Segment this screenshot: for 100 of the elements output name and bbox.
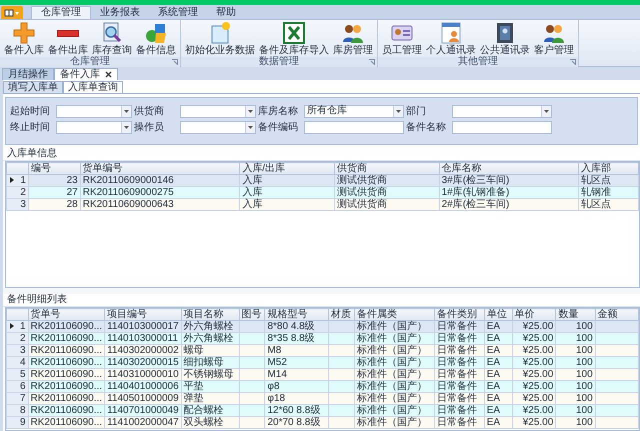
- table-cell: 标准件（国产）: [354, 332, 434, 344]
- table-cell: 轧区点: [578, 198, 638, 210]
- ribbon-tab[interactable]: 仓库管理: [31, 6, 91, 19]
- column-header[interactable]: 材质: [328, 308, 355, 320]
- column-header[interactable]: 入库/出库: [240, 162, 334, 174]
- column-header[interactable]: 入库部: [578, 162, 638, 174]
- dropdown-arrow-icon[interactable]: [248, 110, 253, 112]
- row-number: 3: [6, 344, 28, 356]
- sub-tab[interactable]: 填写入库单: [3, 81, 63, 93]
- table-row[interactable]: 2 RK201106090... 1140103000011 外六角螺栓 8*35 8.8级 标准件（国产） 日常备件 EA ¥25.00 100: [6, 332, 638, 344]
- table-cell: 标准件（国产）: [354, 404, 434, 416]
- table-cell: RK201106090...: [28, 416, 105, 428]
- input-field[interactable]: [452, 120, 552, 134]
- dropdown-field[interactable]: [56, 104, 132, 118]
- dropdown-arrow-icon[interactable]: [544, 110, 549, 112]
- dropdown-field[interactable]: [180, 104, 256, 118]
- table-cell: 1140501000009: [104, 392, 182, 404]
- table-row[interactable]: 8 RK201106090... 1140701000049 配合螺栓 12*60 8.8级 标准件（国产） 日常备件 EA ¥25.00 100: [6, 404, 638, 416]
- plus-icon: [12, 21, 36, 45]
- row-number: 2: [6, 186, 28, 198]
- table-row[interactable]: 6 RK201106090... 1140401000006 平垫 φ8 标准件（国产） 日常备件 EA ¥25.00 100: [6, 380, 638, 392]
- table-row[interactable]: 7 RK201106090... 1140501000009 弹垫 φ18 标准件（国产） 日常备件 EA ¥25.00 100: [6, 392, 638, 404]
- dropdown-field[interactable]: [180, 120, 256, 134]
- table-cell: 标准件（国产）: [354, 392, 434, 404]
- table-cell: 1141002000047: [104, 416, 182, 428]
- column-header[interactable]: 仓库名称: [439, 162, 579, 174]
- ribbon-button[interactable]: 公共通讯录: [478, 21, 532, 57]
- dropdown-arrow-icon[interactable]: [248, 126, 253, 128]
- table-cell: 12*60 8.8级: [264, 404, 329, 416]
- column-header[interactable]: 图号: [239, 308, 265, 320]
- ribbon-button[interactable]: 个人通讯录: [424, 21, 478, 57]
- column-header[interactable]: 供货商: [334, 162, 440, 174]
- dialog-launcher-icon[interactable]: [172, 59, 178, 65]
- column-header[interactable]: 单价: [512, 308, 556, 320]
- input-field[interactable]: [304, 120, 404, 134]
- table-cell: 测试供货商: [334, 174, 440, 186]
- ribbon-button[interactable]: 员工管理: [380, 21, 424, 57]
- ribbon-button[interactable]: 库存查询: [90, 21, 134, 57]
- ribbon-button[interactable]: 备件出库: [46, 21, 90, 57]
- column-header[interactable]: 规格型号: [264, 308, 329, 320]
- column-header[interactable]: 备件属类: [354, 308, 434, 320]
- column-header[interactable]: 项目名称: [181, 308, 240, 320]
- table-row[interactable]: 1 23 RK20110609000146 入库 测试供货商 3#库(检三车间) 轧区点: [6, 174, 638, 186]
- contact-list-icon: [439, 21, 463, 45]
- app-menu-button[interactable]: [1, 6, 23, 19]
- table-cell: RK201106090...: [28, 332, 105, 344]
- ribbon-tab[interactable]: 帮助: [207, 6, 245, 19]
- close-icon[interactable]: [105, 71, 112, 78]
- table-row[interactable]: 4 RK201106090... 1140302000015 细扣螺母 M52 标准件（国产） 日常备件 EA ¥25.00 100: [6, 356, 638, 368]
- table-cell: ¥25.00: [512, 320, 556, 332]
- row-pointer-icon: [10, 177, 14, 183]
- sub-tab[interactable]: 入库单查询: [63, 81, 123, 93]
- dropdown-field[interactable]: [56, 120, 132, 134]
- ribbon-button[interactable]: 备件及库存导入: [257, 21, 331, 57]
- dropdown-field[interactable]: [452, 104, 552, 118]
- table-cell: ¥25.00: [512, 368, 556, 380]
- table-row[interactable]: 3 RK201106090... 1140302000002 螺母 M8 标准件（国产） 日常备件 EA ¥25.00 100: [6, 344, 638, 356]
- table-row[interactable]: 3 28 RK20110609000643 入库 测试供货商 2#库(检三车间) 轧区点: [6, 198, 638, 210]
- table-cell: 标准件（国产）: [354, 356, 434, 368]
- table-row[interactable]: 5 RK201106090... 1140310000010 不锈钢螺母 M14 标准件（国产） 日常备件 EA ¥25.00 100: [6, 368, 638, 380]
- column-header[interactable]: 项目编号: [104, 308, 182, 320]
- ribbon-button[interactable]: 备件信息: [134, 21, 178, 57]
- dropdown-arrow-icon[interactable]: [396, 110, 401, 112]
- column-header[interactable]: 编号: [28, 162, 80, 174]
- table-row[interactable]: 2 27 RK20110609000275 入库 测试供货商 1#库(轧钢准备) 轧钢准: [6, 186, 638, 198]
- ribbon-button[interactable]: 客户管理: [532, 21, 576, 57]
- table-row[interactable]: 1 RK201106090... 1140103000017 外六角螺栓 8*80 4.8级 标准件（国产） 日常备件 EA ¥25.00 100: [6, 320, 638, 332]
- column-header[interactable]: 货单编号: [80, 162, 240, 174]
- document-tab[interactable]: 月结操作: [2, 68, 54, 80]
- table-cell: 23: [28, 174, 80, 186]
- table-cell: 轧钢准: [578, 186, 638, 198]
- dropdown-arrow-icon[interactable]: [124, 110, 129, 112]
- table-row[interactable]: 9 RK201106090... 1141002000047 双头螺栓 20*70 8.8级 标准件（国产） 日常备件 EA ¥25.00 100: [6, 416, 638, 428]
- ribbon-button[interactable]: 初始化业务数据: [183, 21, 257, 57]
- table-cell: 日常备件: [434, 344, 484, 356]
- column-header[interactable]: [6, 308, 28, 320]
- ribbon-tab[interactable]: 系统管理: [149, 6, 207, 19]
- dropdown-field[interactable]: 所有仓库: [304, 104, 404, 118]
- dropdown-arrow-icon[interactable]: [124, 126, 129, 128]
- table-cell: RK201106090...: [28, 368, 105, 380]
- ribbon-button[interactable]: 备件入库: [2, 21, 46, 57]
- table-cell: RK201106090...: [28, 320, 105, 332]
- column-header[interactable]: 备件类别: [434, 308, 484, 320]
- dialog-launcher-icon[interactable]: [570, 59, 576, 65]
- column-header[interactable]: 单位: [484, 308, 512, 320]
- ribbon-tab[interactable]: 业务报表: [91, 6, 149, 19]
- column-header[interactable]: 货单号: [28, 308, 105, 320]
- dialog-launcher-icon[interactable]: [369, 59, 375, 65]
- column-header[interactable]: [6, 162, 28, 174]
- table-cell: 日常备件: [434, 368, 484, 380]
- table-cell: 配合螺栓: [181, 404, 240, 416]
- ribbon-button[interactable]: 库房管理: [331, 21, 375, 57]
- column-header[interactable]: 数量: [556, 308, 596, 320]
- row-number: 1: [6, 320, 28, 332]
- column-header[interactable]: 金额: [595, 308, 638, 320]
- table-cell: 入库: [240, 174, 334, 186]
- table-cell: ¥25.00: [512, 332, 556, 344]
- document-tab[interactable]: 备件入库: [54, 68, 118, 80]
- cubes-icon: [144, 21, 168, 45]
- table-cell: 入库: [240, 198, 334, 210]
